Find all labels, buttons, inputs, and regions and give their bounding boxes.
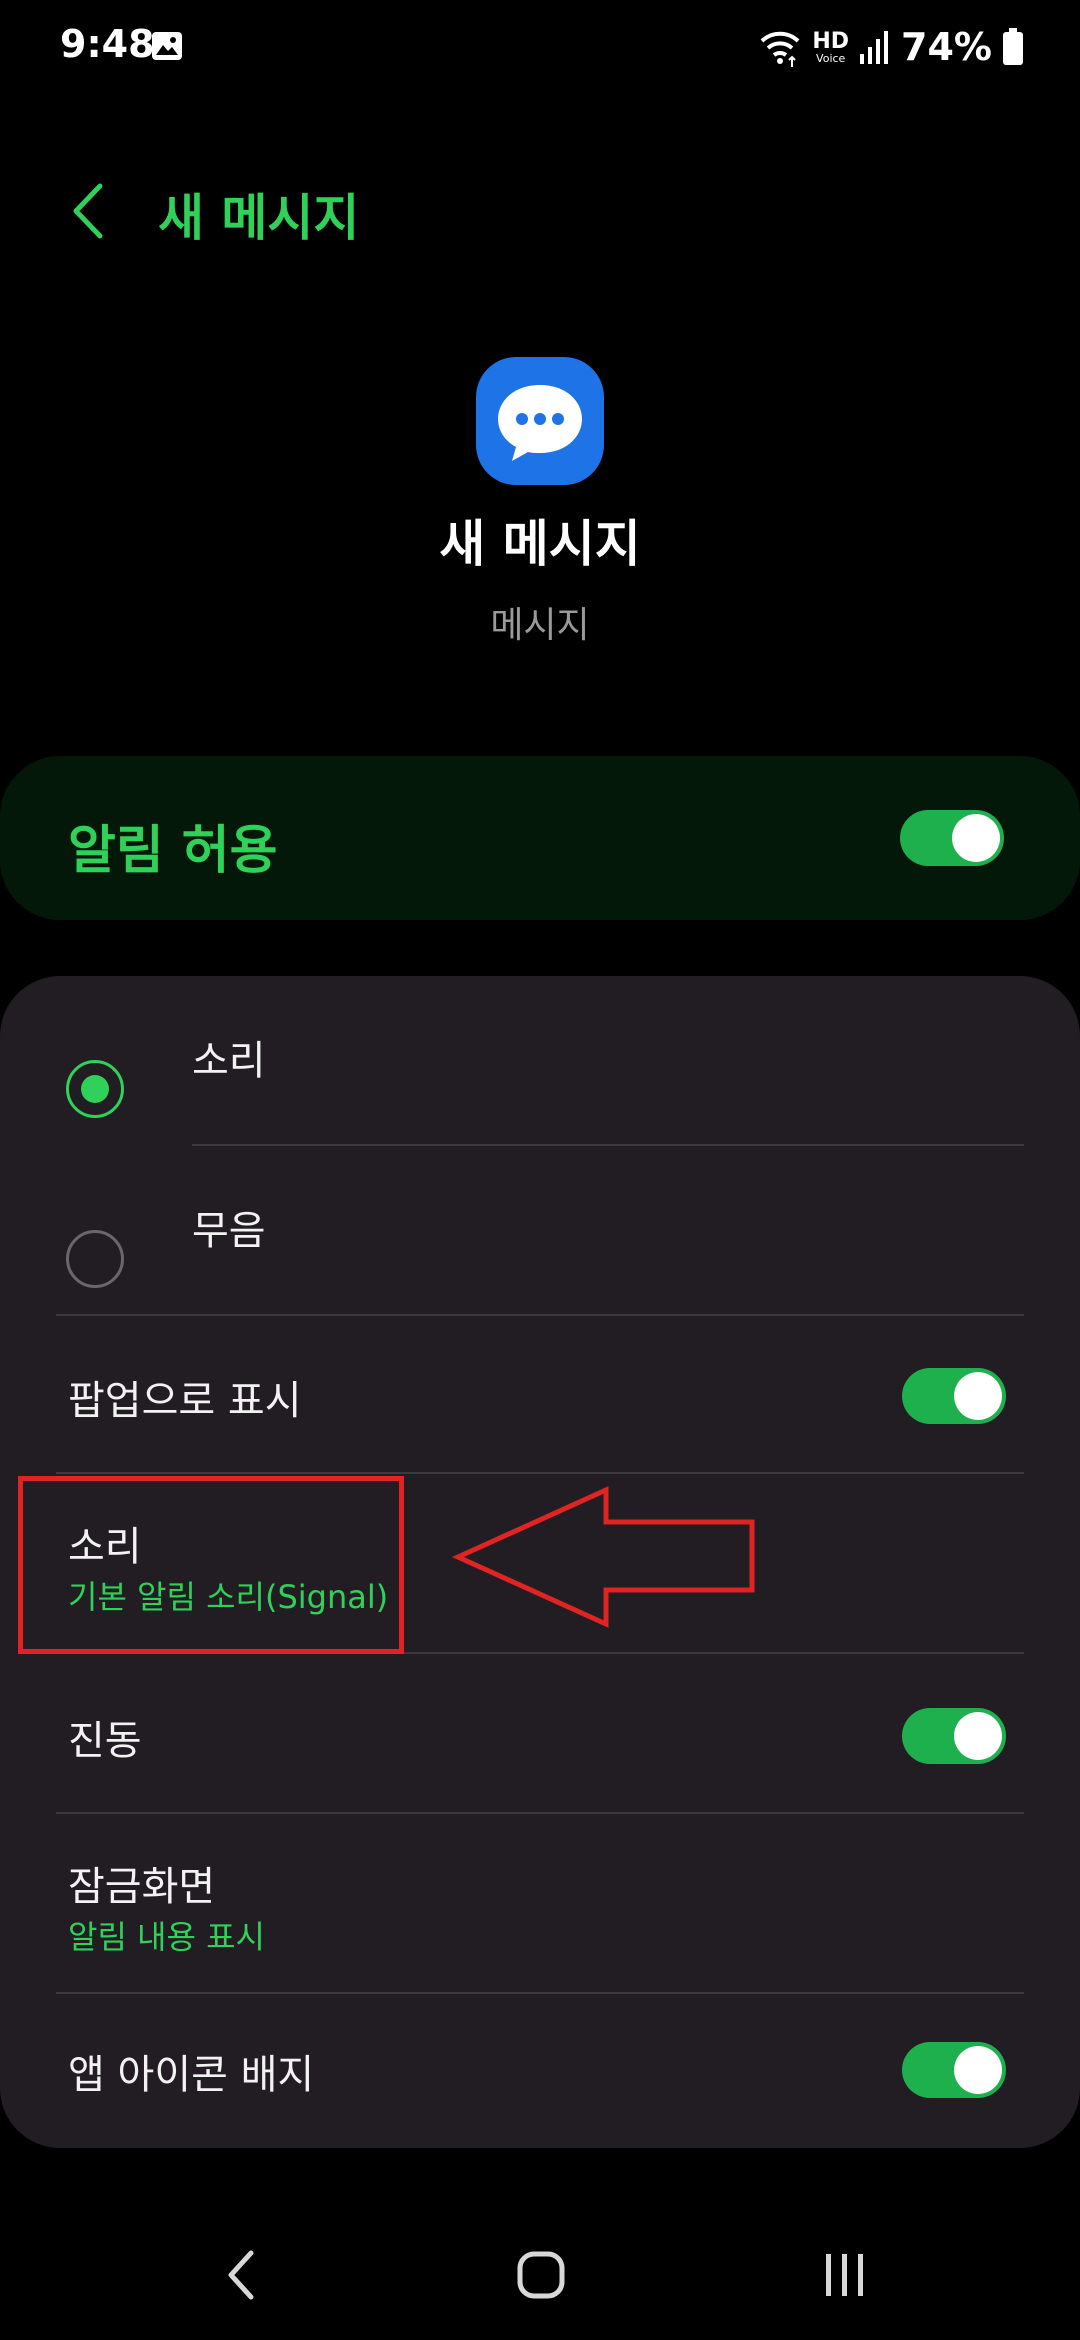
- nav-home-icon: [517, 2251, 565, 2299]
- allow-notifications-toggle[interactable]: [900, 810, 1004, 866]
- back-icon[interactable]: [58, 178, 118, 244]
- lock-screen-row[interactable]: 잠금화면 알림 내용 표시: [0, 1814, 1080, 1992]
- page-title: 새 메시지: [158, 189, 360, 247]
- nav-back-button[interactable]: [186, 2220, 296, 2330]
- lock-screen-value: 알림 내용 표시: [68, 1918, 265, 1956]
- wifi-icon: [760, 31, 800, 67]
- voice-label: Voice: [816, 51, 846, 65]
- hd-voice-icon: HD Voice: [812, 28, 850, 65]
- status-bar: 9:48 HD Voice 74%: [0, 0, 1080, 96]
- sound-radio[interactable]: [66, 1060, 124, 1118]
- app-name: 새 메시지: [439, 515, 641, 573]
- battery-percent: 74%: [901, 25, 992, 69]
- allow-notifications-label: 알림 허용: [68, 821, 278, 881]
- hd-label: HD: [812, 28, 850, 54]
- status-time: 9:48: [60, 22, 155, 66]
- messages-app-icon: [476, 357, 604, 485]
- allow-notifications-row[interactable]: 알림 허용: [0, 756, 1080, 920]
- annotation-highlight-box: [18, 1476, 404, 1654]
- chat-bubble-icon: [498, 385, 582, 461]
- sound-mode-option-sound[interactable]: 소리: [0, 976, 1080, 1146]
- mute-option-label: 무음: [192, 1208, 266, 1254]
- app-icon-badge-label: 앱 아이콘 배지: [68, 2052, 315, 2098]
- nav-recents-button[interactable]: [790, 2220, 900, 2330]
- nav-back-icon: [228, 2250, 254, 2300]
- nav-recents-icon: [826, 2254, 863, 2296]
- sound-mode-option-mute[interactable]: 무음: [0, 1146, 1080, 1314]
- battery-icon: [1003, 28, 1023, 65]
- mute-radio[interactable]: [66, 1230, 124, 1288]
- app-category: 메시지: [490, 605, 590, 646]
- annotation-arrow-icon: [451, 1486, 755, 1628]
- app-icon-badge-row[interactable]: 앱 아이콘 배지: [0, 1994, 1080, 2148]
- nav-home-button[interactable]: [486, 2220, 596, 2330]
- vibration-label: 진동: [68, 1718, 142, 1764]
- status-indicators: HD Voice 74%: [758, 22, 1024, 72]
- sound-option-label: 소리: [192, 1038, 266, 1084]
- signal-icon: [860, 31, 889, 64]
- popup-label: 팝업으로 표시: [68, 1378, 302, 1424]
- vibration-toggle[interactable]: [902, 1708, 1006, 1764]
- lock-screen-label: 잠금화면: [68, 1864, 216, 1910]
- gallery-notification-icon: [152, 32, 182, 60]
- vibration-row[interactable]: 진동: [0, 1654, 1080, 1810]
- popup-row[interactable]: 팝업으로 표시: [0, 1316, 1080, 1472]
- app-icon-badge-toggle[interactable]: [902, 2042, 1006, 2098]
- navigation-bar: [0, 2220, 1080, 2330]
- popup-toggle[interactable]: [902, 1368, 1006, 1424]
